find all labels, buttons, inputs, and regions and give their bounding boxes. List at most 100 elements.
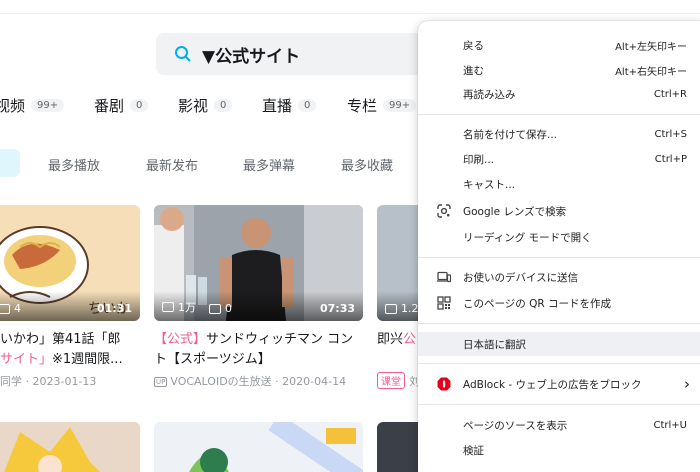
top-header-strip	[0, 0, 700, 14]
menu-item-shortcut: Ctrl+U	[653, 419, 688, 431]
danmaku-icon	[209, 303, 221, 314]
tab-movie[interactable]: 影视 0	[178, 95, 233, 116]
menu-item-print[interactable]: 印刷... Ctrl+P	[418, 147, 700, 171]
view-value: 1万	[178, 301, 196, 314]
video-meta[interactable]: UP VOCALOIDの生放送 · 2020-04-14	[154, 373, 346, 389]
danmaku-value: 4	[14, 302, 21, 315]
view-count: 1.2	[385, 302, 419, 315]
menu-item-qr-code[interactable]: このページの QR コードを作成	[418, 291, 700, 315]
title-text: ト【スポーツジム】	[154, 352, 271, 367]
tab-label: 专栏	[347, 97, 378, 115]
video-duration: 07:33	[319, 302, 355, 315]
tab-live[interactable]: 直播 0	[262, 95, 317, 116]
title-text: ※1週間限...	[52, 352, 123, 367]
search-bar[interactable]: ▼公式サイト	[156, 33, 456, 75]
menu-item-label: リーディング モードで開く	[463, 231, 592, 244]
chevron-right-icon: ›	[684, 375, 690, 393]
danmaku-icon	[0, 303, 10, 314]
sort-newest[interactable]: 最新发布	[146, 155, 198, 174]
menu-item-label: 名前を付けて保存...	[463, 128, 558, 141]
tab-count: 0	[130, 99, 149, 112]
menu-separator	[418, 114, 700, 115]
menu-separator	[418, 363, 700, 364]
uploader-name[interactable]: VOCALOIDの生放送	[170, 375, 271, 388]
search-icon[interactable]	[174, 45, 192, 63]
title-highlight: 【公式】	[154, 332, 207, 347]
uploader-icon: UP	[154, 377, 168, 387]
menu-item-translate[interactable]: 日本語に翻訳	[418, 332, 700, 356]
menu-separator	[418, 257, 700, 258]
video-thumbnail[interactable]	[0, 422, 140, 472]
menu-item-label: お使いのデバイスに送信	[463, 271, 579, 284]
video-duration: 01:31	[96, 302, 132, 315]
menu-item-adblock[interactable]: AdBlock - ウェブ上の広告をブロック ›	[418, 372, 700, 396]
video-title-line2[interactable]: サイト」※1週間限...	[0, 350, 123, 370]
video-title[interactable]: いかわ」第41話「郎	[0, 330, 121, 350]
thumbnail-illustration	[154, 422, 363, 472]
video-title-line2[interactable]: ト【スポーツジム】	[154, 350, 271, 370]
danmaku-value: 0	[225, 302, 232, 315]
title-highlight: サイト」	[0, 352, 53, 367]
video-meta[interactable]: 课堂刘	[377, 372, 420, 389]
menu-item-label: 印刷...	[463, 153, 495, 166]
menu-item-shortcut: Ctrl+S	[654, 128, 687, 140]
menu-item-label: ページのソースを表示	[463, 419, 568, 432]
danmaku-count: 0	[209, 302, 232, 315]
sort-most-danmaku[interactable]: 最多弹幕	[243, 155, 295, 174]
menu-item-send-to-devices[interactable]: お使いのデバイスに送信	[418, 265, 700, 289]
title-highlight: 公	[403, 332, 417, 347]
menu-item-label: このページの QR コードを作成	[463, 297, 612, 310]
menu-item-reading-mode[interactable]: リーディング モードで開く	[418, 225, 700, 249]
menu-item-save-as[interactable]: 名前を付けて保存... Ctrl+S	[418, 122, 700, 146]
upload-date: 2020-04-14	[282, 375, 347, 388]
tab-article[interactable]: 专栏 99+	[347, 95, 417, 116]
menu-item-label: AdBlock - ウェブ上の広告をブロック	[463, 378, 642, 391]
title-text: 即兴	[377, 332, 404, 347]
qr-code-icon	[437, 296, 451, 310]
sort-option-default[interactable]	[0, 149, 20, 177]
video-thumbnail[interactable]: 1万 0 07:33	[154, 205, 363, 321]
menu-separator	[418, 404, 700, 405]
video-meta[interactable]: 同学 · 2023-01-13	[0, 373, 96, 389]
title-text: いかわ」第41話「郎	[0, 332, 121, 347]
tab-video[interactable]: 视频 99+	[0, 95, 65, 116]
sort-most-played[interactable]: 最多播放	[48, 155, 100, 174]
menu-item-label: 再読み込み	[463, 88, 516, 101]
video-title[interactable]: 即兴公	[377, 330, 416, 350]
menu-item-back[interactable]: 戻る Alt+左矢印キー	[418, 33, 700, 57]
view-count: 1万	[162, 299, 196, 315]
menu-item-forward[interactable]: 進む Alt+右矢印キー	[418, 58, 700, 82]
tab-count: 0	[214, 99, 233, 112]
danmaku-count: 4	[0, 302, 21, 315]
video-thumbnail[interactable]: ちいか 4 01:31	[0, 205, 140, 321]
tab-label: 直播	[262, 97, 293, 115]
menu-item-google-lens[interactable]: Google レンズで検索	[418, 199, 700, 223]
tab-label: 视频	[0, 97, 26, 115]
search-input[interactable]: ▼公式サイト	[202, 42, 300, 67]
menu-separator	[418, 323, 700, 324]
menu-item-label: 戻る	[463, 39, 484, 52]
menu-item-inspect[interactable]: 検証	[418, 438, 700, 462]
sort-most-favorited[interactable]: 最多收藏	[341, 155, 393, 174]
menu-item-cast[interactable]: キャスト...	[418, 172, 700, 196]
menu-item-shortcut: Alt+左矢印キー	[615, 41, 687, 53]
tab-bangumi[interactable]: 番剧 0	[94, 95, 149, 116]
menu-item-shortcut: Ctrl+P	[654, 153, 687, 165]
menu-item-label: 検証	[463, 444, 484, 457]
adblock-icon	[437, 377, 451, 391]
title-text: サンドウィッチマン コン	[206, 332, 354, 347]
menu-item-view-source[interactable]: ページのソースを表示 Ctrl+U	[418, 413, 700, 437]
tab-label: 番剧	[94, 97, 125, 115]
video-title[interactable]: 【公式】サンドウィッチマン コン	[154, 330, 353, 350]
menu-item-label: キャスト...	[463, 178, 516, 191]
menu-item-label: 日本語に翻訳	[463, 338, 526, 351]
play-icon	[162, 302, 174, 312]
tab-label: 影视	[178, 97, 209, 115]
menu-item-reload[interactable]: 再読み込み Ctrl+R	[418, 82, 700, 106]
tab-count: 0	[298, 99, 317, 112]
google-lens-icon	[437, 204, 451, 218]
view-value: 1.2	[401, 302, 419, 315]
tab-count: 99+	[31, 99, 65, 112]
video-thumbnail[interactable]	[154, 422, 363, 472]
menu-item-shortcut: Ctrl+R	[653, 88, 687, 100]
